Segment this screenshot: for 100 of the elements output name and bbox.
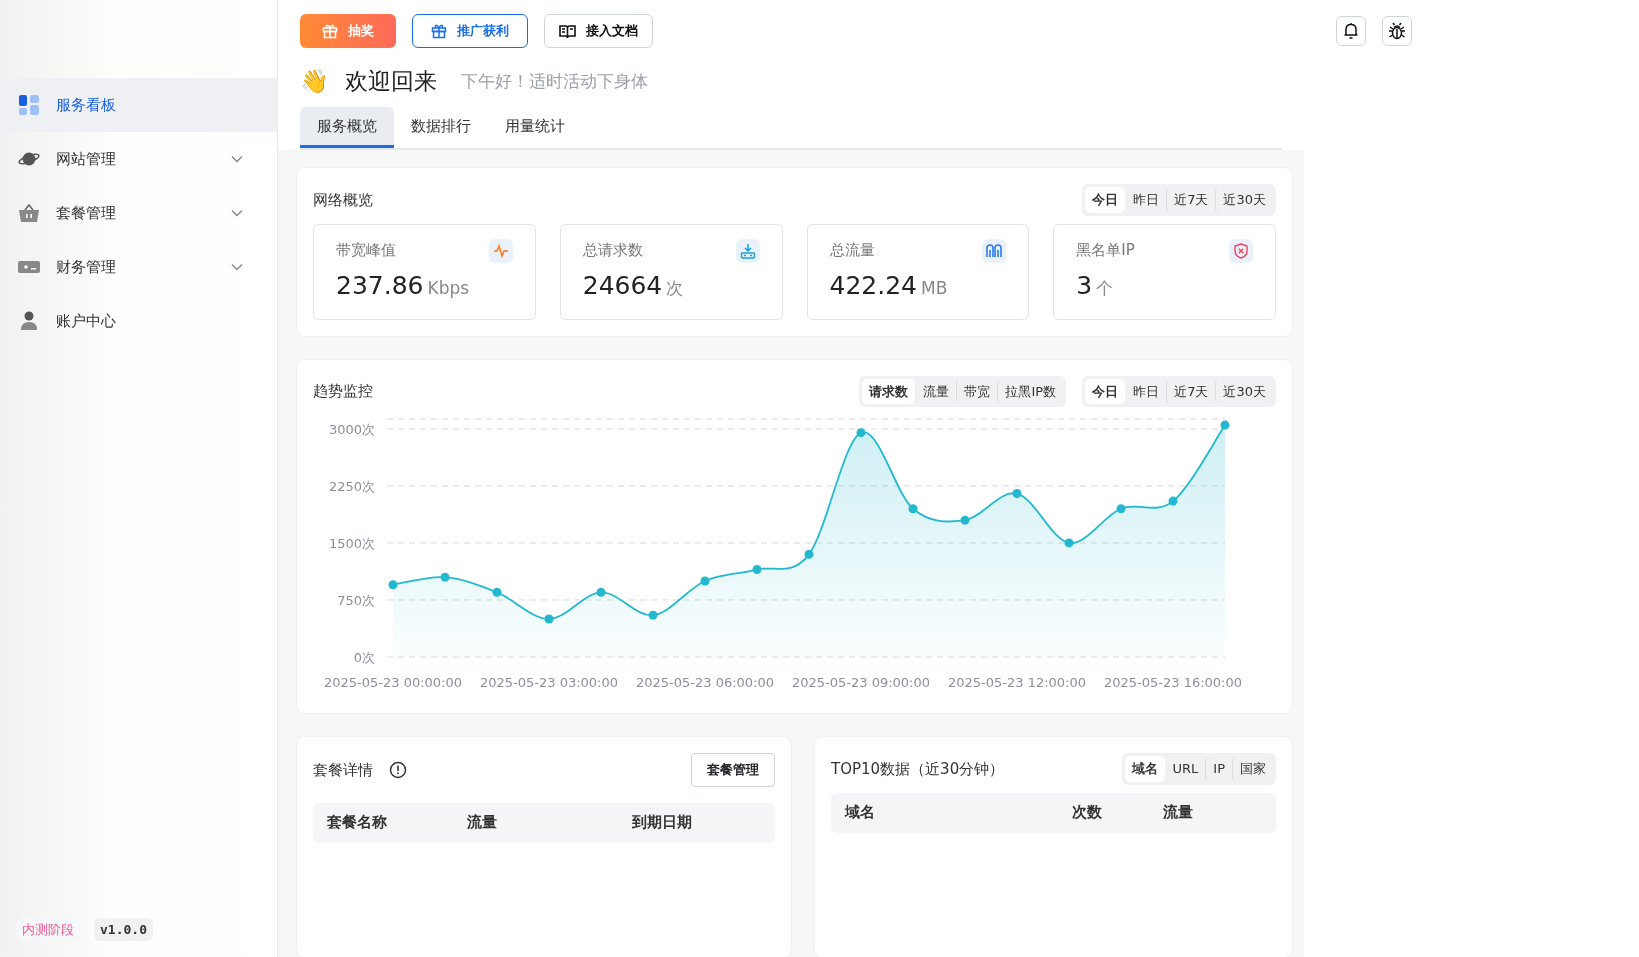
- user-icon: [18, 311, 40, 331]
- tab[interactable]: 数据排行: [394, 106, 488, 148]
- metric-option[interactable]: 请求数: [862, 378, 916, 404]
- x-axis-label: 2025-05-23 12:00:00: [947, 675, 1087, 690]
- shield-icon: [1229, 238, 1253, 263]
- sidebar-item[interactable]: 服务看板: [0, 78, 277, 132]
- data-point: [1220, 420, 1230, 430]
- bell-icon: [1343, 22, 1359, 40]
- column-header: 套餐名称: [327, 812, 388, 834]
- filter-option[interactable]: 国家: [1232, 756, 1273, 782]
- data-point: [1116, 504, 1126, 514]
- filter-option[interactable]: 域名: [1124, 756, 1165, 782]
- gift-icon: [431, 23, 447, 39]
- data-point: [596, 587, 606, 597]
- card-title: TOP10数据（近30分钟）: [831, 758, 1005, 780]
- period-option[interactable]: 近7天: [1166, 187, 1216, 213]
- sidebar-label: 网站管理: [56, 148, 117, 170]
- stat-value: 237.86: [336, 270, 424, 302]
- stat-unit: 次: [666, 277, 684, 300]
- column-header: 域名: [845, 802, 876, 824]
- stat-value: 3: [1076, 270, 1093, 302]
- bug-icon: [1388, 22, 1406, 40]
- notification-button[interactable]: [1336, 16, 1366, 46]
- version-badge: v1.0.0: [94, 917, 153, 941]
- period-option[interactable]: 今日: [1085, 187, 1126, 213]
- gift-icon: [322, 23, 338, 39]
- stat-unit: Kbps: [427, 277, 470, 300]
- y-axis-label: 2250次: [328, 478, 375, 494]
- sidebar-item[interactable]: 套餐管理: [0, 186, 277, 240]
- sidebar-label: 财务管理: [56, 256, 117, 278]
- stat-value: 422.24: [829, 270, 917, 302]
- period-option[interactable]: 昨日: [1125, 187, 1167, 213]
- tab[interactable]: 用量统计: [488, 106, 582, 148]
- data-point: [700, 576, 710, 586]
- y-axis-label: 0次: [353, 650, 375, 665]
- data-point: [908, 504, 918, 514]
- metric-option[interactable]: 拉黑IP数: [997, 378, 1064, 404]
- data-point: [388, 580, 398, 590]
- y-axis-label: 750次: [337, 592, 375, 608]
- toolbar-button[interactable]: 推广获利: [412, 14, 528, 48]
- x-axis-label: 2025-05-23 03:00:00: [479, 675, 619, 690]
- period-option[interactable]: 近7天: [1166, 378, 1216, 404]
- wallet-icon: [18, 259, 40, 275]
- stat-unit: 个: [1096, 277, 1114, 300]
- stat-label: 黑名单IP: [1076, 240, 1135, 262]
- waving-hand-icon: 👋: [300, 69, 329, 93]
- card-title: 套餐详情: [313, 759, 373, 781]
- info-icon[interactable]: [389, 760, 407, 779]
- welcome-title: 欢迎回来: [345, 67, 437, 96]
- stage-badge: 内测阶段: [16, 917, 80, 941]
- filter-option[interactable]: URL: [1164, 756, 1206, 782]
- stat-label: 总请求数: [582, 240, 643, 262]
- data-point: [492, 587, 502, 597]
- column-header: 流量: [467, 812, 498, 834]
- basket-icon: [18, 203, 40, 223]
- sidebar-item[interactable]: 网站管理: [0, 132, 277, 186]
- data-point: [804, 549, 814, 559]
- sidebar-label: 服务看板: [56, 94, 117, 116]
- package-manage-button[interactable]: 套餐管理: [691, 753, 775, 787]
- metric-option[interactable]: 流量: [915, 378, 957, 404]
- data-point: [856, 428, 866, 438]
- bar-wave-icon: [982, 238, 1007, 263]
- bug-report-button[interactable]: [1382, 16, 1412, 46]
- pulse-icon: [488, 238, 513, 263]
- filter-option[interactable]: IP: [1205, 756, 1232, 782]
- metric-option[interactable]: 带宽: [956, 378, 998, 404]
- data-point: [752, 565, 762, 575]
- y-axis-label: 3000次: [328, 421, 375, 437]
- x-axis-label: 2025-05-23 09:00:00: [791, 675, 931, 690]
- stat-label: 带宽峰值: [336, 240, 396, 262]
- toolbar-button[interactable]: 接入文档: [544, 14, 653, 48]
- stat-unit: MB: [921, 277, 948, 300]
- sidebar-item[interactable]: 财务管理: [0, 240, 277, 294]
- data-point: [1064, 538, 1074, 548]
- greeting-subtitle: 下午好！适时活动下身体: [461, 69, 648, 93]
- column-header: 流量: [1163, 802, 1193, 824]
- data-point: [1012, 489, 1022, 498]
- data-point: [648, 610, 658, 620]
- data-point: [440, 572, 450, 582]
- column-header: 到期日期: [632, 812, 692, 834]
- card-title: 网络概览: [313, 189, 373, 211]
- column-header: 次数: [1072, 802, 1103, 824]
- data-point: [1168, 496, 1178, 506]
- y-axis-label: 1500次: [328, 535, 375, 551]
- x-axis-label: 2025-05-23 16:00:00: [1103, 675, 1243, 690]
- period-option[interactable]: 近30天: [1215, 378, 1273, 404]
- dashboard-icon: [18, 95, 40, 115]
- download-icon: [735, 238, 760, 263]
- data-point: [544, 614, 554, 624]
- period-option[interactable]: 昨日: [1125, 378, 1167, 404]
- tab[interactable]: 服务概览: [300, 106, 394, 148]
- period-option[interactable]: 近30天: [1215, 187, 1273, 213]
- sidebar-item[interactable]: 账户中心: [0, 294, 277, 348]
- sidebar-label: 套餐管理: [56, 202, 117, 224]
- x-axis-label: 2025-05-23 00:00:00: [323, 675, 463, 690]
- sidebar-label: 账户中心: [56, 310, 117, 332]
- data-point: [960, 515, 970, 525]
- period-option[interactable]: 今日: [1085, 378, 1126, 404]
- book-icon: [559, 23, 576, 39]
- x-axis-label: 2025-05-23 06:00:00: [635, 675, 775, 690]
